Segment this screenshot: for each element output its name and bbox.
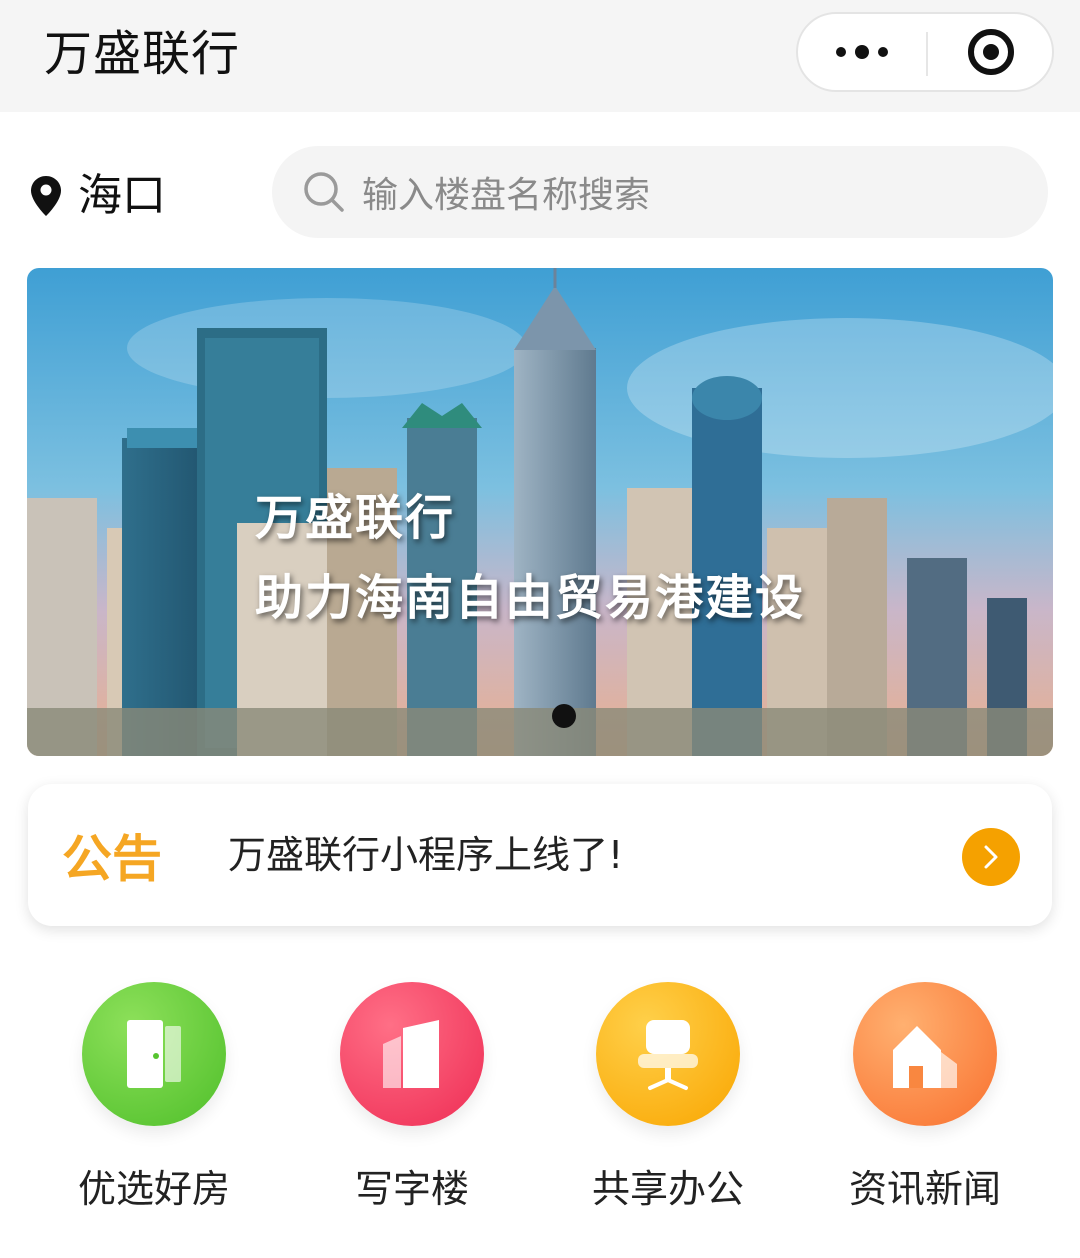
announcement-badge: 公告 <box>62 830 162 888</box>
house-icon <box>893 1026 957 1088</box>
search-icon <box>304 172 344 212</box>
announcement-bar[interactable]: 公告 万盛联行小程序上线了! <box>28 784 1052 926</box>
page-title: 万盛联行 <box>44 26 241 82</box>
city-label: 海口 <box>78 170 166 221</box>
nav-item-office-buildings[interactable]: 写字楼 <box>312 982 512 1222</box>
svg-text:公告: 公告 <box>62 830 162 888</box>
nav-item-shared-office[interactable]: 共享办公 <box>568 982 768 1222</box>
office-building-icon <box>383 1020 439 1088</box>
banner-subheadline: 助力海南自由贸易港建设 <box>255 570 806 626</box>
announcement-arrow-button[interactable] <box>962 828 1020 886</box>
nav-item-news-circle <box>853 982 997 1126</box>
top-bar: 万盛联行 <box>0 0 1080 112</box>
nav-item-office-buildings-circle <box>340 982 484 1126</box>
nav-item-featured-homes-circle <box>82 982 226 1126</box>
nav-item-shared-office-circle <box>596 982 740 1126</box>
city-skyline-image <box>27 268 1053 756</box>
nav-item-featured-homes[interactable]: 优选好房 <box>54 982 254 1222</box>
mini-program-capsule <box>796 12 1054 92</box>
office-chair-icon <box>638 1020 698 1090</box>
nav-item-label: 优选好房 <box>77 1167 230 1211</box>
location-pin-icon <box>31 176 61 216</box>
more-button[interactable] <box>798 14 926 90</box>
search-placeholder: 输入楼盘名称搜索 <box>362 175 651 216</box>
more-dots-icon-center <box>855 45 869 59</box>
more-dots-icon-right <box>878 47 888 57</box>
nav-item-news[interactable]: 资讯新闻 <box>825 982 1025 1222</box>
nav-item-label: 资讯新闻 <box>848 1167 1001 1211</box>
city-selector[interactable]: 海口 <box>28 166 166 226</box>
more-dots-icon <box>836 47 846 57</box>
announcement-text: 万盛联行小程序上线了! <box>228 833 624 877</box>
nav-item-label: 写字楼 <box>354 1167 469 1211</box>
banner-carousel[interactable]: 万盛联行 助力海南自由贸易港建设 <box>27 268 1053 756</box>
chevron-right-icon <box>984 845 998 869</box>
close-target-icon <box>968 29 1014 75</box>
banner-headline: 万盛联行 <box>255 490 456 546</box>
nav-item-label: 共享办公 <box>591 1167 744 1211</box>
close-target-icon-core <box>983 44 999 60</box>
close-button[interactable] <box>928 14 1054 90</box>
search-input[interactable]: 输入楼盘名称搜索 <box>272 146 1048 238</box>
carousel-indicator-dot <box>552 704 576 728</box>
door-icon <box>127 1020 181 1088</box>
